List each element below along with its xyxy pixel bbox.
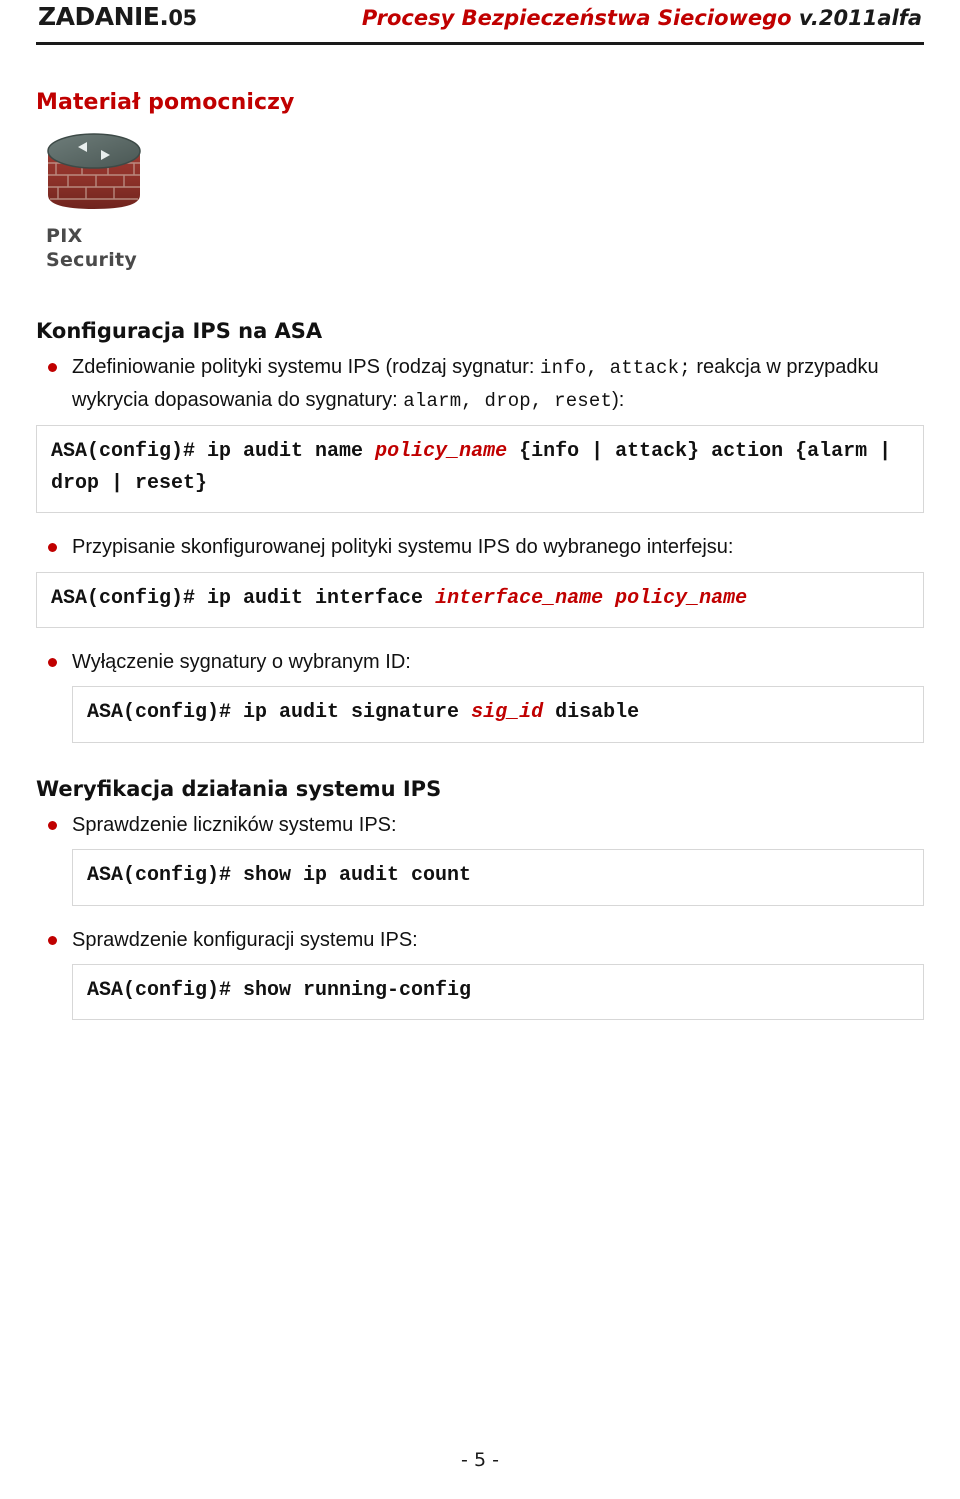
heading-verification: Weryfikacja działania systemu IPS [36, 776, 442, 801]
list-item: Wyłączenie sygnatury o wybranym ID: [36, 646, 924, 678]
codebox-ip-audit-interface: ASA(config)# ip audit interface interfac… [36, 571, 924, 629]
header-course-title: Procesy Bezpieczeństwa Sieciowego [361, 6, 792, 30]
list-item: Sprawdzenie liczników systemu IPS: [36, 809, 924, 841]
codebox-ip-audit-signature: ASA(config)# ip audit signature sig_id d… [72, 686, 924, 743]
bullet-list-counters: Sprawdzenie liczników systemu IPS: [36, 809, 924, 841]
codebox-show-running-config: ASA(config)# show running-config [72, 964, 924, 1021]
bullet1-text-a: Zdefiniowanie polityki systemu IPS (rodz… [72, 356, 540, 378]
pix-security-graphic: PIX Security [42, 129, 162, 289]
bullet-list-config: Zdefiniowanie polityki systemu IPS (rodz… [36, 351, 924, 417]
code-line: ASA(config)# show ip audit count [87, 864, 472, 888]
code-line: ASA(config)# ip audit interface interfac… [51, 583, 909, 615]
header-course: Procesy Bezpieczeństwa Sieciowego v.2011… [362, 0, 922, 30]
bullet-list-interface: Przypisanie skonfigurowanej polityki sys… [36, 531, 924, 563]
pix-label-line2: Security [46, 248, 138, 271]
bullet2-text: Przypisanie skonfigurowanej polityki sys… [72, 536, 734, 559]
code3-prefix: ASA(config)# ip audit signature [87, 701, 472, 725]
bullet1-text-c: ): [612, 388, 625, 411]
heading-ips-asa: Konfiguracja IPS na ASA [36, 319, 323, 343]
header-task: ZADANIE.05 [38, 0, 197, 31]
page-header: ZADANIE.05 Procesy Bezpieczeństwa Siecio… [36, 0, 924, 46]
pix-security-label: PIX Security [46, 225, 137, 273]
code2-variable-policy: policy_name [615, 586, 748, 610]
code-line: ASA(config)# ip audit name policy_name {… [51, 436, 909, 501]
page-title: Materiał pomocniczy [36, 90, 295, 115]
bullet1-mono-2: alarm, drop, reset [403, 389, 613, 412]
codebox-ip-audit-name: ASA(config)# ip audit name policy_name {… [36, 424, 924, 514]
bullet1-mono-1: info, attack; [539, 357, 691, 379]
header-task-label: ZADANIE. [38, 2, 169, 31]
bullet4-text: Sprawdzenie liczników systemu IPS: [72, 813, 397, 836]
list-item: Przypisanie skonfigurowanej polityki sys… [36, 531, 924, 563]
code2-prefix: ASA(config)# ip audit interface [51, 586, 436, 610]
bullet3-text: Wyłączenie sygnatury o wybranym ID: [72, 651, 411, 674]
list-item: Zdefiniowanie polityki systemu IPS (rodz… [36, 351, 924, 417]
header-task-number: 05 [168, 6, 197, 30]
codebox-show-ip-audit-count: ASA(config)# show ip audit count [72, 849, 924, 906]
header-version: v.2011alfa [798, 6, 922, 30]
page-number: - 5 - [461, 1449, 499, 1471]
page-footer: - 5 - [0, 1449, 960, 1471]
bullet5-text: Sprawdzenie konfiguracji systemu IPS: [72, 928, 418, 951]
code2-variable-interface: interface_name [435, 586, 604, 610]
code3-variable: sig_id [471, 701, 544, 725]
code-line: ASA(config)# show running-config [87, 979, 472, 1003]
bullet-list-show-config: Sprawdzenie konfiguracji systemu IPS: [36, 924, 924, 956]
list-item: Sprawdzenie konfiguracji systemu IPS: [36, 924, 924, 956]
code3-suffix: disable [543, 701, 640, 725]
page-content: Materiał pomocniczy PIX Security Konfigu… [36, 46, 924, 1021]
code1-prefix: ASA(config)# ip audit name [51, 439, 376, 463]
header-divider [36, 42, 924, 45]
code1-variable: policy_name [375, 439, 508, 463]
document-page: ZADANIE.05 Procesy Bezpieczeństwa Siecio… [0, 0, 960, 1499]
firewall-cylinder-icon [47, 133, 141, 209]
pix-label-line1: PIX [46, 225, 83, 247]
code-line: ASA(config)# ip audit signature sig_id d… [87, 697, 909, 729]
bullet-list-disable: Wyłączenie sygnatury o wybranym ID: [36, 646, 924, 678]
